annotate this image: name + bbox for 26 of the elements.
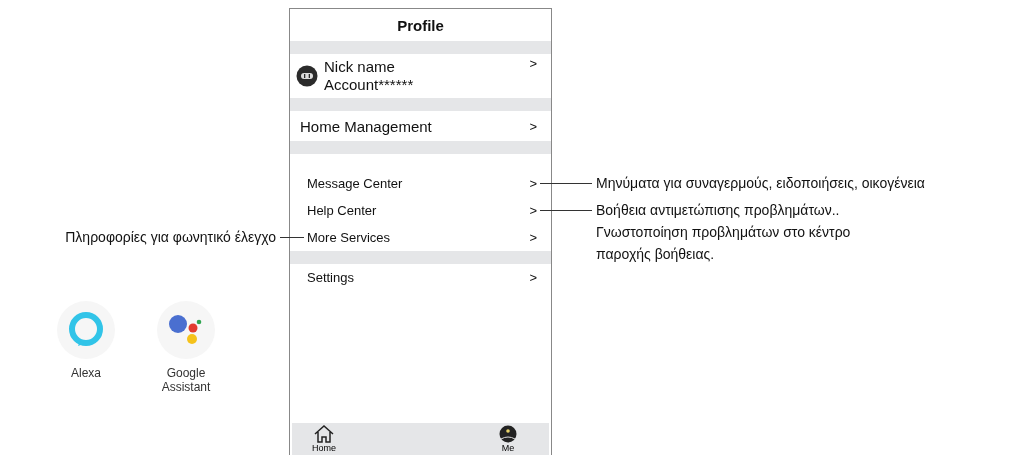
menu-item[interactable]: More Services > bbox=[290, 224, 551, 251]
account-text: Account****** bbox=[324, 76, 415, 94]
menu-item[interactable]: Home Management > bbox=[290, 111, 551, 141]
annotation-text: Μηνύματα για συναγερμούς, ειδοποιήσεις, οικογένεια bbox=[596, 174, 925, 193]
profile-row[interactable]: Nick name Account****** > bbox=[290, 54, 551, 98]
assistant-label: Alexa bbox=[71, 366, 101, 380]
annotation-text: Βοήθεια αντιμετώπισης προβλημάτων.. bbox=[596, 201, 841, 220]
avatar-icon bbox=[296, 65, 318, 87]
annotation-text: Γνωστοποίηση προβλημάτων στο κέντρο bbox=[596, 223, 851, 242]
annotation-text: Πληροφορίες για φωνητικό έλεγχο bbox=[65, 228, 276, 247]
assistant-label: Google Assistant bbox=[160, 366, 212, 394]
home-icon bbox=[313, 425, 335, 443]
ring-logo-icon bbox=[56, 300, 116, 360]
dots-logo-icon bbox=[156, 300, 216, 360]
annotation-text: παροχής βοήθειας. bbox=[596, 245, 716, 264]
menu-item[interactable]: Message Center > bbox=[290, 170, 551, 197]
menu-item[interactable]: Settings > bbox=[290, 264, 551, 291]
menu-item[interactable]: Help Center > bbox=[290, 197, 551, 224]
tab-button[interactable]: Home bbox=[312, 423, 336, 455]
leader-line bbox=[540, 210, 592, 211]
leader-line bbox=[280, 237, 304, 238]
screen-title: Profile bbox=[396, 16, 445, 36]
tab-button[interactable]: Me bbox=[497, 423, 519, 455]
chevron-text: > bbox=[529, 56, 537, 71]
nickname-text: Nick name bbox=[324, 58, 396, 76]
leader-line bbox=[540, 183, 592, 184]
